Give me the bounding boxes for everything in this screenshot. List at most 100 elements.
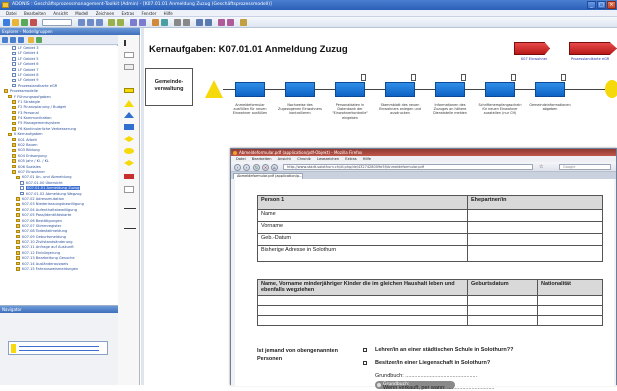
decision-tool-icon[interactable] [124,136,134,142]
browser-menu-item[interactable]: Ansicht [278,157,291,161]
browser-menu-item[interactable]: Extras [345,157,356,161]
browser-menu-item[interactable]: Lesezeichen [317,157,339,161]
checkbox-teacher[interactable] [363,348,367,352]
successor-tool-icon[interactable] [124,208,136,210]
form-cell[interactable] [537,295,603,306]
pointer-tool-icon[interactable] [124,40,134,46]
note-tool-icon[interactable] [124,64,134,70]
undo-icon[interactable] [174,19,181,26]
process-link-tool-icon[interactable] [124,174,134,179]
zoom-in-icon[interactable] [108,19,115,26]
grid-icon[interactable] [130,19,137,26]
browser-menu-item[interactable]: Hilfe [363,157,371,161]
print-icon[interactable] [152,19,159,26]
start-event-triangle[interactable] [205,80,223,98]
simulation-icon[interactable] [227,19,234,26]
minimize-button[interactable]: _ [587,1,596,9]
start-event-tool-icon[interactable] [124,88,134,93]
form-cell[interactable] [537,305,603,316]
parallel-tool-icon[interactable] [124,160,134,166]
merge-tool-icon[interactable] [124,148,134,154]
browser-menu-item[interactable]: Datei [236,157,246,161]
back-icon[interactable]: ‹ [234,164,241,171]
activity-3[interactable] [335,74,366,97]
vertical-ruler [141,28,144,385]
expand-icon[interactable] [10,37,16,43]
mode-select[interactable] [42,19,72,26]
forward-icon[interactable]: › [243,164,250,171]
menu-item[interactable]: Modell [75,11,88,16]
menu-item[interactable]: Ansicht [53,11,68,16]
navigator-panel[interactable] [0,313,118,385]
form-cell[interactable] [467,221,603,234]
trigger-tool-icon[interactable] [124,100,134,107]
form-cell[interactable] [257,305,468,316]
model-canvas[interactable]: Kernaufgaben: K07.01.01 Anmeldung Zuzug … [141,28,617,391]
activity-6[interactable] [485,74,516,97]
stop-icon[interactable]: × [262,164,269,171]
page-tool-icon[interactable] [124,52,134,58]
help-icon[interactable] [240,19,247,26]
open-icon[interactable] [12,19,19,26]
close-button[interactable]: × [607,1,616,9]
tree-item[interactable]: K07.15 Fahrausweismeldungen [0,267,118,272]
search-input[interactable]: Google [559,164,611,170]
swimlane-label[interactable]: Gemeinde- verwaltung [145,68,193,106]
menu-item[interactable]: Bearbeiten [24,11,46,16]
form-cell[interactable] [467,295,538,306]
activity-4[interactable] [385,74,416,97]
filter-icon[interactable] [36,37,42,43]
menu-item[interactable]: Extras [122,11,135,16]
delete-icon[interactable] [30,19,37,26]
paste-icon[interactable] [96,19,103,26]
reload-icon[interactable]: ↻ [253,164,260,171]
save-icon[interactable] [21,19,28,26]
model-tree[interactable]: LF Gebiet 3 LF Gebiet 4 LF Gebiet 5 LF Gebi… [0,46,118,306]
refresh-icon[interactable] [2,37,8,43]
align-icon[interactable] [139,19,146,26]
menu-item[interactable]: Hilfe [164,11,173,16]
relation-tool-icon[interactable] [124,228,136,230]
activity-1[interactable] [235,82,265,97]
properties-icon[interactable] [196,19,203,26]
form-cell[interactable] [257,315,468,326]
browser-menu-item[interactable]: Chronik [297,157,311,161]
folder-icon[interactable] [28,37,34,43]
form-cell[interactable] [467,209,603,222]
end-event-circle[interactable] [605,80,617,98]
activity-label: Anmeldeformular ausfüllen für neuen Einw… [232,103,268,116]
activity-tool-icon[interactable] [124,112,134,118]
analysis-icon[interactable] [218,19,225,26]
home-icon[interactable]: ⌂ [271,164,278,171]
form-cell[interactable] [537,315,603,326]
subprocess-tool-icon[interactable] [124,124,134,130]
activity-5[interactable] [435,74,466,97]
layout-icon[interactable] [205,19,212,26]
maximize-button[interactable]: □ [597,1,606,9]
form-cell[interactable] [257,295,468,306]
checkbox-owner[interactable] [363,361,367,365]
new-model-icon[interactable] [3,19,10,26]
navigator-thumbnail[interactable] [8,341,108,355]
form-cell[interactable] [467,245,603,262]
browser-menu-item[interactable]: Bearbeiten [252,157,272,161]
document-tool-icon[interactable] [124,186,134,193]
form-cell[interactable] [467,305,538,316]
bookmark-star-icon[interactable]: ☆ [539,164,543,170]
process-link-prozesslandkarte[interactable] [569,42,617,55]
form-cell[interactable] [467,315,538,326]
redo-icon[interactable] [183,19,190,26]
url-input[interactable]: http://www.stadt-solothurn.ch/dl.php/de/… [283,164,533,170]
process-link-k07[interactable] [514,42,550,55]
menu-item[interactable]: Fenster [141,11,156,16]
activity-7[interactable] [535,74,566,97]
activity-2[interactable] [285,82,315,97]
copy-icon[interactable] [87,19,94,26]
zoom-out-icon[interactable] [117,19,124,26]
search-icon[interactable] [161,19,168,26]
menu-item[interactable]: Datei [6,11,17,16]
cut-icon[interactable] [78,19,85,26]
menu-item[interactable]: Zeichnen [96,11,115,16]
collapse-icon[interactable] [18,37,24,43]
form-cell[interactable] [467,233,603,246]
